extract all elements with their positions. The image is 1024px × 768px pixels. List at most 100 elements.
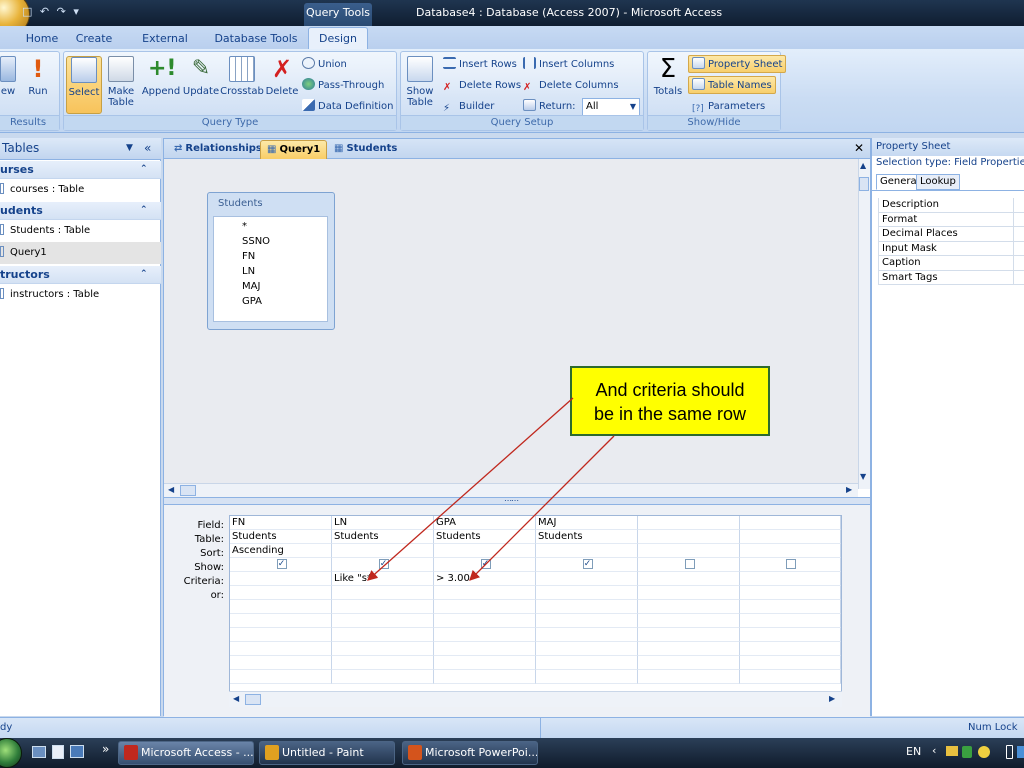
builder-button[interactable]: ⚡ Builder: [443, 98, 494, 116]
grid-cell-empty[interactable]: [740, 614, 841, 628]
nav-group-courses[interactable]: urses ⌃: [0, 161, 161, 179]
save-icon[interactable]: □: [22, 5, 34, 18]
grid-cell-empty[interactable]: [740, 670, 841, 684]
grid-cell-sort[interactable]: [536, 544, 638, 558]
grid-cell-empty[interactable]: [434, 628, 536, 642]
update-button[interactable]: ✎ Update: [182, 56, 220, 114]
crosstab-button[interactable]: Crosstab: [220, 56, 264, 114]
grid-cell-or[interactable]: [536, 586, 638, 600]
grid-cell-field[interactable]: FN: [230, 516, 332, 530]
grid-cell-table[interactable]: Students: [536, 530, 638, 544]
field-item[interactable]: *: [242, 219, 247, 234]
grid-cell-empty[interactable]: [638, 628, 740, 642]
chevron-down-icon[interactable]: ▼: [126, 138, 133, 159]
grid-cell-empty[interactable]: [434, 600, 536, 614]
grid-cell-empty[interactable]: [332, 628, 434, 642]
nav-group-students[interactable]: udents ⌃: [0, 202, 161, 220]
grid-cell-criteria[interactable]: > 3.00: [434, 572, 536, 586]
table-names-button[interactable]: Table Names: [688, 76, 776, 94]
field-list-students[interactable]: Students * SSNO FN LN MAJ GPA: [207, 192, 335, 330]
scroll-down-icon[interactable]: ▼: [860, 472, 866, 481]
grid-cell-empty[interactable]: [434, 656, 536, 670]
grid-cell-table[interactable]: Students: [332, 530, 434, 544]
grid-cell-or[interactable]: [230, 586, 332, 600]
tab-design[interactable]: Design: [308, 27, 368, 50]
grid-cell-empty[interactable]: [434, 614, 536, 628]
tab-external-data[interactable]: External Data: [128, 30, 202, 63]
tray-expand-icon[interactable]: ‹: [932, 744, 936, 757]
grid-cell-empty[interactable]: [332, 642, 434, 656]
grid-cell-show[interactable]: ✓: [230, 558, 332, 572]
grid-cell-empty[interactable]: [638, 670, 740, 684]
grid-cell-empty[interactable]: [230, 656, 332, 670]
grid-cell-sort[interactable]: [332, 544, 434, 558]
taskbar-powerpoint[interactable]: Microsoft PowerPoi...: [402, 741, 538, 765]
show-checkbox[interactable]: ✓: [276, 559, 287, 569]
network-icon[interactable]: [1017, 746, 1024, 758]
grid-cell-table[interactable]: Students: [434, 530, 536, 544]
grid-cell-or[interactable]: [740, 586, 841, 600]
grid-cell-table[interactable]: [638, 530, 740, 544]
grid-cell-empty[interactable]: [536, 628, 638, 642]
property-row[interactable]: Description: [878, 198, 1024, 213]
delete-columns-button[interactable]: ✗ Delete Columns: [523, 77, 619, 95]
undo-icon[interactable]: ↶: [40, 5, 51, 18]
nav-item-courses-table[interactable]: courses : Table: [0, 179, 161, 201]
grid-cell-empty[interactable]: [638, 614, 740, 628]
tab-query1[interactable]: ▦ Query1: [260, 140, 328, 159]
grid-cell-show[interactable]: [740, 558, 841, 572]
collapse-pane-icon[interactable]: «: [144, 138, 151, 159]
tray-app-icon[interactable]: [946, 746, 958, 756]
grid-cell-criteria[interactable]: [638, 572, 740, 586]
delete-query-button[interactable]: ✗ Delete: [264, 56, 300, 114]
grid-cell-criteria[interactable]: [536, 572, 638, 586]
grid-cell-empty[interactable]: [434, 642, 536, 656]
grid-cell-sort[interactable]: [434, 544, 536, 558]
grid-cell-empty[interactable]: [740, 642, 841, 656]
scroll-right-icon[interactable]: ▶: [846, 485, 852, 494]
scroll-up-icon[interactable]: ▲: [860, 161, 866, 170]
data-definition-button[interactable]: Data Definition: [302, 98, 393, 116]
delete-rows-button[interactable]: ✗ Delete Rows: [443, 77, 521, 95]
grid-cell-empty[interactable]: [434, 670, 536, 684]
grid-cell-empty[interactable]: [638, 656, 740, 670]
grid-cell-empty[interactable]: [536, 670, 638, 684]
show-desktop-icon[interactable]: [32, 746, 46, 758]
field-item[interactable]: GPA: [242, 294, 262, 309]
pane-splitter[interactable]: ⋯⋯: [164, 496, 870, 505]
vertical-scrollbar[interactable]: ▲ ▼: [858, 159, 870, 489]
taskbar-paint[interactable]: Untitled - Paint: [259, 741, 395, 765]
tab-relationships[interactable]: ⇄ Relationships: [168, 140, 268, 159]
field-item[interactable]: SSNO: [242, 234, 270, 249]
property-row[interactable]: Smart Tags: [878, 270, 1024, 285]
show-checkbox[interactable]: ✓: [378, 559, 389, 569]
grid-cell-show[interactable]: [638, 558, 740, 572]
tab-create[interactable]: Create: [72, 30, 116, 50]
grid-cell-field[interactable]: [740, 516, 841, 530]
nav-item-query1[interactable]: Query1: [0, 242, 161, 264]
grid-cell-empty[interactable]: [536, 642, 638, 656]
scroll-right-icon[interactable]: ▶: [829, 694, 835, 703]
tab-database-tools[interactable]: Database Tools: [214, 30, 298, 50]
nav-item-instructors-table[interactable]: instructors : Table: [0, 284, 161, 306]
grid-cell-empty[interactable]: [332, 614, 434, 628]
grid-cell-field[interactable]: MAJ: [536, 516, 638, 530]
grid-cell-empty[interactable]: [230, 642, 332, 656]
grid-cell-table[interactable]: Students: [230, 530, 332, 544]
quick-launch-icon[interactable]: [52, 745, 64, 759]
grid-cell-empty[interactable]: [332, 656, 434, 670]
horizontal-scrollbar[interactable]: ◀ ▶: [164, 483, 858, 497]
grid-cell-empty[interactable]: [536, 656, 638, 670]
grid-cell-empty[interactable]: [638, 642, 740, 656]
scroll-thumb[interactable]: [180, 485, 196, 496]
grid-cell-or[interactable]: [332, 586, 434, 600]
show-checkbox[interactable]: [684, 559, 695, 569]
grid-cell-criteria[interactable]: [740, 572, 841, 586]
grid-cell-empty[interactable]: [536, 600, 638, 614]
more-chevron[interactable]: »: [102, 742, 109, 756]
quick-access-toolbar[interactable]: □ ↶ ↷ ▾: [22, 5, 81, 18]
scroll-thumb[interactable]: [245, 694, 261, 705]
append-button[interactable]: +! Append: [140, 56, 182, 114]
grid-cell-empty[interactable]: [740, 628, 841, 642]
grid-cell-or[interactable]: [434, 586, 536, 600]
